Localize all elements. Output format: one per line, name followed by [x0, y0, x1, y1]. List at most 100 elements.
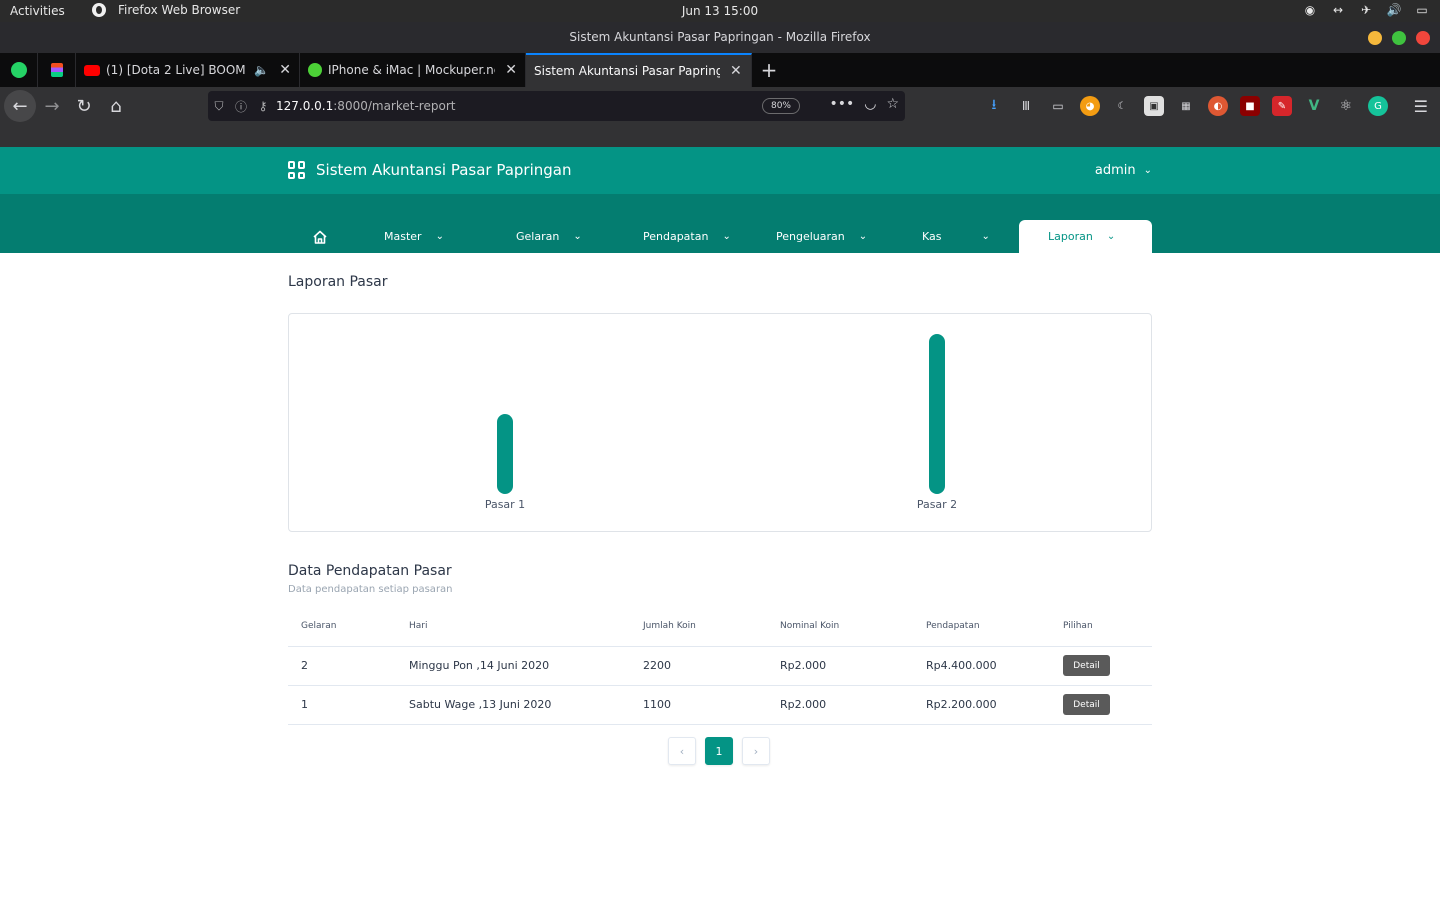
airplane-icon[interactable]: ✈ — [1358, 3, 1374, 17]
cell-jumlah-koin: 2200 — [630, 646, 767, 686]
nav-home[interactable] — [298, 220, 342, 253]
clock[interactable]: Jun 13 15:00 — [0, 4, 1440, 18]
back-button[interactable]: ← — [4, 90, 36, 122]
extension-duckduckgo-icon[interactable]: ◐ — [1208, 96, 1228, 116]
close-tab-icon[interactable]: ✕ — [505, 62, 517, 78]
close-tab-icon[interactable]: ✕ — [730, 63, 742, 79]
income-table: Gelaran Hari Jumlah Koin Nominal Koin Pe… — [288, 607, 1152, 725]
extension-grid-icon[interactable]: ▦ — [1176, 96, 1196, 116]
chart-bar[interactable] — [929, 334, 945, 494]
more-actions-icon[interactable]: ••• — [829, 96, 854, 112]
mockuper-icon — [308, 63, 322, 77]
column-header: Hari — [396, 607, 630, 647]
download-icon[interactable]: ⭳ — [984, 96, 1004, 116]
extension-colorpicker-icon[interactable]: ✎ — [1272, 96, 1292, 116]
extension-screenshot-icon[interactable]: ▣ — [1144, 96, 1164, 116]
cell-jumlah-koin: 1100 — [630, 685, 767, 725]
forward-button[interactable]: → — [36, 90, 68, 122]
nav-kas[interactable]: Kas ⌄ — [908, 220, 1004, 253]
nav-master[interactable]: Master ⌄ — [370, 220, 458, 253]
vue-devtools-icon[interactable]: V — [1304, 96, 1324, 116]
nav-gelaran[interactable]: Gelaran ⌄ — [502, 220, 596, 253]
maximize-button[interactable] — [1392, 31, 1406, 45]
extension-monkey-icon[interactable]: ◕ — [1080, 96, 1100, 116]
chevron-down-icon: ⌄ — [858, 231, 868, 242]
nav-label: Master — [384, 230, 422, 243]
nav-pengeluaran[interactable]: Pengeluaran ⌄ — [762, 220, 881, 253]
url-host: 127.0.0.1 — [276, 99, 334, 113]
chevron-down-icon: ⌄ — [1106, 231, 1116, 242]
react-devtools-icon[interactable]: ⚛ — [1336, 96, 1356, 116]
url-text[interactable]: 127.0.0.1:8000/market-report — [276, 99, 455, 113]
info-icon[interactable]: ⓘ — [230, 98, 252, 115]
brand[interactable]: Sistem Akuntansi Pasar Papringan — [288, 161, 571, 179]
grammarly-icon[interactable]: G — [1368, 96, 1388, 116]
library-icon[interactable]: Ⅲ — [1016, 96, 1036, 116]
window-titlebar: Sistem Akuntansi Pasar Papringan - Mozil… — [0, 22, 1440, 53]
table-row: 2 Minggu Pon ,14 Juni 2020 2200 Rp2.000 … — [288, 646, 1152, 686]
volume-icon[interactable]: 🔊 — [1386, 3, 1402, 17]
nav-label: Pendapatan — [643, 230, 709, 243]
menu-hamburger-icon[interactable]: ☰ — [1414, 97, 1428, 116]
new-tab-button[interactable]: + — [752, 53, 786, 87]
cell-nominal-koin: Rp2.000 — [767, 685, 913, 725]
app-header: Sistem Akuntansi Pasar Papringan admin ⌄ — [0, 147, 1440, 194]
chart-category-label: Pasar 1 — [485, 498, 525, 511]
extension-red-icon[interactable]: ■ — [1240, 96, 1260, 116]
column-header: Nominal Koin — [767, 607, 913, 647]
system-tray[interactable]: ◉ ↔ ✈ 🔊 ▭ — [1302, 3, 1430, 17]
key-icon[interactable]: ⚷ — [252, 99, 274, 113]
shield-icon[interactable]: ⛉ — [208, 99, 230, 114]
page-button-current[interactable]: 1 — [705, 737, 733, 765]
nav-label: Kas — [922, 230, 942, 243]
zoom-level[interactable]: 80% — [762, 98, 800, 114]
tab-strip: (1) [Dota 2 Live] BOOM Esp 🔈 ✕ IPhone & … — [0, 53, 1440, 87]
home-button[interactable]: ⌂ — [100, 90, 132, 122]
extension-dark-icon[interactable]: ☾ — [1112, 96, 1132, 116]
window-title: Sistem Akuntansi Pasar Papringan - Mozil… — [569, 30, 871, 44]
pocket-icon[interactable]: ◡ — [864, 96, 876, 112]
detail-button[interactable]: Detail — [1063, 655, 1110, 676]
nav-laporan[interactable]: Laporan ⌄ — [1019, 220, 1152, 253]
tab-youtube[interactable]: (1) [Dota 2 Live] BOOM Esp 🔈 ✕ — [76, 53, 300, 87]
bookmark-star-icon[interactable]: ☆ — [886, 96, 899, 112]
pinned-tab-whatsapp[interactable] — [0, 53, 38, 87]
close-window-button[interactable] — [1416, 31, 1430, 45]
next-page-button[interactable]: › — [742, 737, 770, 765]
nav-pendapatan[interactable]: Pendapatan ⌄ — [629, 220, 745, 253]
system-top-bar: Activities Firefox Web Browser Jun 13 15… — [0, 0, 1440, 22]
dashboard-grid-icon — [288, 161, 306, 179]
pinned-tab-figma[interactable] — [38, 53, 76, 87]
url-bar[interactable]: ⛉ ⓘ ⚷ 127.0.0.1:8000/market-report 80% •… — [208, 91, 905, 121]
battery-icon[interactable]: ▭ — [1414, 3, 1430, 17]
brand-title: Sistem Akuntansi Pasar Papringan — [316, 161, 572, 179]
sidebar-icon[interactable]: ▭ — [1048, 96, 1068, 116]
bar-chart: Pasar 1 Pasar 2 — [485, 334, 957, 511]
detail-button[interactable]: Detail — [1063, 694, 1110, 715]
close-tab-icon[interactable]: ✕ — [279, 62, 291, 78]
tab-mockuper[interactable]: IPhone & iMac | Mockuper.net ✕ — [300, 53, 526, 87]
cell-hari: Sabtu Wage ,13 Juni 2020 — [396, 685, 630, 725]
nav-label: Laporan — [1048, 230, 1093, 243]
pagination: ‹ 1 › — [668, 737, 770, 765]
table-row: 1 Sabtu Wage ,13 Juni 2020 1100 Rp2.000 … — [288, 685, 1152, 725]
username: admin — [1094, 163, 1136, 178]
column-header: Jumlah Koin — [630, 607, 767, 647]
chevron-down-icon: ⌄ — [722, 231, 731, 242]
column-header: Pendapatan — [913, 607, 1050, 647]
tab-active-app[interactable]: Sistem Akuntansi Pasar Papringa ✕ — [526, 53, 752, 87]
chart-bar[interactable] — [497, 414, 513, 494]
prev-page-button[interactable]: ‹ — [668, 737, 696, 765]
network-icon[interactable]: ↔ — [1330, 3, 1346, 17]
toolbar-extensions: ⭳ Ⅲ ▭ ◕ ☾ ▣ ▦ ◐ ■ ✎ V ⚛ G — [984, 96, 1388, 116]
update-icon[interactable]: ◉ — [1302, 3, 1318, 17]
toolbar-spacer — [0, 125, 1440, 147]
minimize-button[interactable] — [1368, 31, 1382, 45]
speaker-icon[interactable]: 🔈 — [254, 63, 269, 77]
navigation-toolbar: ← → ↻ ⌂ ⛉ ⓘ ⚷ 127.0.0.1:8000/market-repo… — [0, 87, 1440, 125]
reload-button[interactable]: ↻ — [68, 90, 100, 122]
table-subtitle: Data pendapatan setiap pasaran — [288, 584, 453, 595]
cell-pendapatan: Rp2.200.000 — [913, 685, 1050, 725]
user-menu[interactable]: admin ⌄ — [1095, 163, 1152, 178]
page-title: Laporan Pasar — [288, 274, 388, 290]
